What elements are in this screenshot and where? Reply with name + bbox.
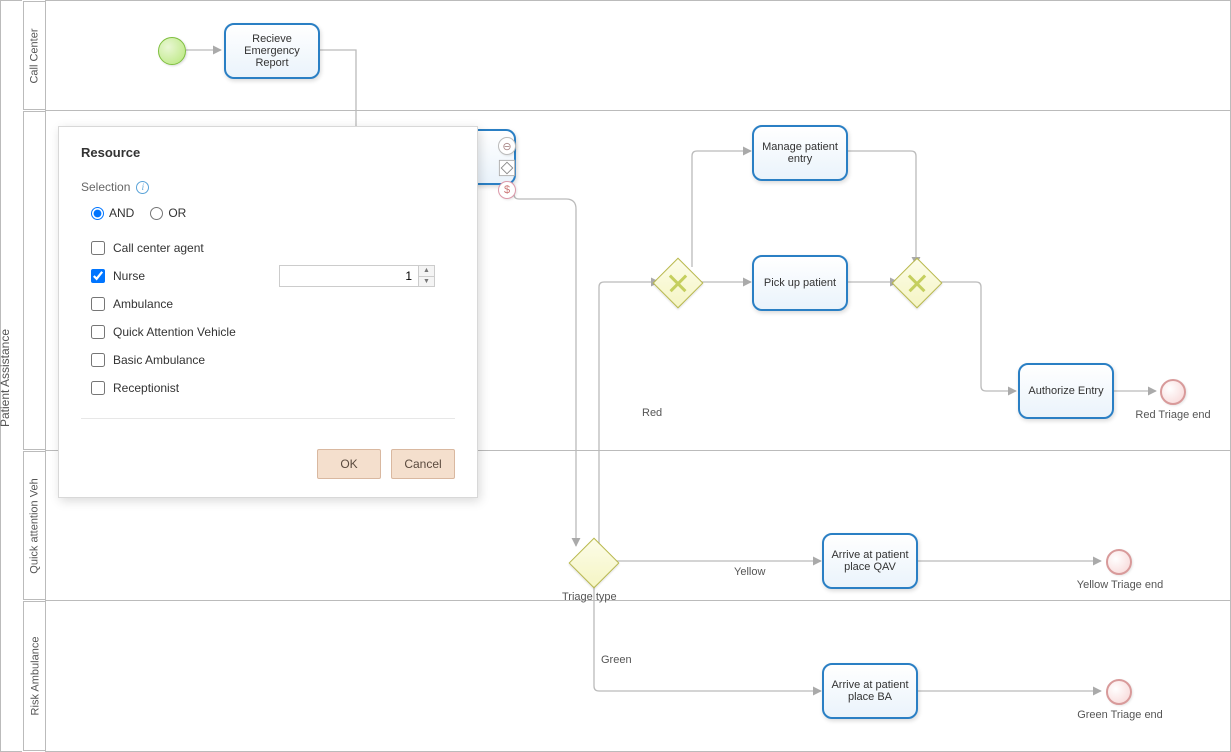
end-event-green-label: Green Triage end: [1075, 709, 1165, 721]
check-row-receptionist: Receptionist: [91, 374, 455, 402]
end-event-red-label: Red Triage end: [1128, 409, 1218, 421]
checkbox-receptionist[interactable]: [91, 381, 105, 395]
lane-title-label: Quick attention Veh: [29, 478, 41, 573]
lane-title-label: Call Center: [29, 28, 41, 83]
edge-label-green: Green: [601, 654, 632, 666]
end-event-yellow[interactable]: [1106, 549, 1132, 575]
task-arrive-qav[interactable]: Arrive at patient place QAV: [822, 533, 918, 589]
resource-checklist: Call center agent Nurse ▲ ▼ Ambulance Qu…: [91, 234, 455, 402]
edge-label-yellow: Yellow: [734, 566, 765, 578]
dialog-divider: [81, 418, 455, 419]
lane-title: Call Center: [23, 1, 46, 110]
spinner-up-icon[interactable]: ▲: [419, 266, 434, 277]
radio-or-input[interactable]: [150, 207, 163, 220]
task-authorize-entry[interactable]: Authorize Entry: [1018, 363, 1114, 419]
dialog-title: Resource: [81, 145, 455, 160]
pool-title-label: Patient Assistance: [0, 329, 12, 427]
radio-and-input[interactable]: [91, 207, 104, 220]
resource-dialog: Resource Selection i AND OR Call center …: [58, 126, 478, 498]
task-receive-report[interactable]: Recieve Emergency Report: [224, 23, 320, 79]
check-row-ambulance: Ambulance: [91, 290, 455, 318]
task-label: Arrive at patient place QAV: [828, 549, 912, 573]
task-manage-entry[interactable]: Manage patient entry: [752, 125, 848, 181]
checkbox-basic-ambulance[interactable]: [91, 353, 105, 367]
end-event-red[interactable]: [1160, 379, 1186, 405]
checkbox-label: Nurse: [113, 269, 145, 283]
pool-title: Patient Assistance: [0, 0, 22, 752]
lane-title: Quick attention Veh: [23, 451, 46, 600]
radio-or[interactable]: OR: [150, 206, 186, 220]
properties-minus-icon[interactable]: ⊖: [498, 137, 516, 155]
dialog-buttons: OK Cancel: [317, 449, 455, 479]
task-arrive-ba[interactable]: Arrive at patient place BA: [822, 663, 918, 719]
task-label: Authorize Entry: [1028, 385, 1103, 397]
nurse-qty: ▲ ▼: [279, 265, 435, 287]
selection-label: Selection i: [81, 180, 455, 194]
selection-radio-group: AND OR: [91, 206, 455, 220]
task-label: Manage patient entry: [758, 141, 842, 165]
properties-cost-icon[interactable]: $: [498, 181, 516, 199]
spinner-down-icon[interactable]: ▼: [419, 277, 434, 287]
start-event[interactable]: [158, 37, 186, 65]
checkbox-label: Basic Ambulance: [113, 353, 205, 367]
task-label: Recieve Emergency Report: [230, 33, 314, 69]
lane-title: [23, 111, 46, 450]
check-row-nurse: Nurse ▲ ▼: [91, 262, 455, 290]
end-event-yellow-label: Yellow Triage end: [1075, 579, 1165, 591]
checkbox-label: Call center agent: [113, 241, 204, 255]
checkbox-label: Receptionist: [113, 381, 179, 395]
lane-title-label: Risk Ambulance: [29, 637, 41, 716]
checkbox-nurse[interactable]: [91, 269, 105, 283]
end-event-green[interactable]: [1106, 679, 1132, 705]
nurse-qty-input[interactable]: [279, 265, 419, 287]
properties-gateway-icon[interactable]: [499, 160, 515, 176]
gateway-triage-label: Triage type: [562, 591, 617, 603]
task-pickup-patient[interactable]: Pick up patient: [752, 255, 848, 311]
edge-label-red: Red: [642, 407, 662, 419]
cancel-button[interactable]: Cancel: [391, 449, 455, 479]
lane-risk-ambulance: Risk Ambulance: [46, 601, 1230, 751]
checkbox-label: Quick Attention Vehicle: [113, 325, 236, 339]
nurse-qty-spinner: ▲ ▼: [419, 265, 435, 287]
lane-title: Risk Ambulance: [23, 601, 46, 751]
check-row-qav: Quick Attention Vehicle: [91, 318, 455, 346]
ok-button[interactable]: OK: [317, 449, 381, 479]
check-row-call-center-agent: Call center agent: [91, 234, 455, 262]
check-row-basic-ambulance: Basic Ambulance: [91, 346, 455, 374]
checkbox-call-center-agent[interactable]: [91, 241, 105, 255]
info-icon[interactable]: i: [136, 181, 149, 194]
radio-and[interactable]: AND: [91, 206, 134, 220]
task-label: Pick up patient: [764, 277, 836, 289]
checkbox-label: Ambulance: [113, 297, 173, 311]
task-label: Arrive at patient place BA: [828, 679, 912, 703]
checkbox-qav[interactable]: [91, 325, 105, 339]
checkbox-ambulance[interactable]: [91, 297, 105, 311]
